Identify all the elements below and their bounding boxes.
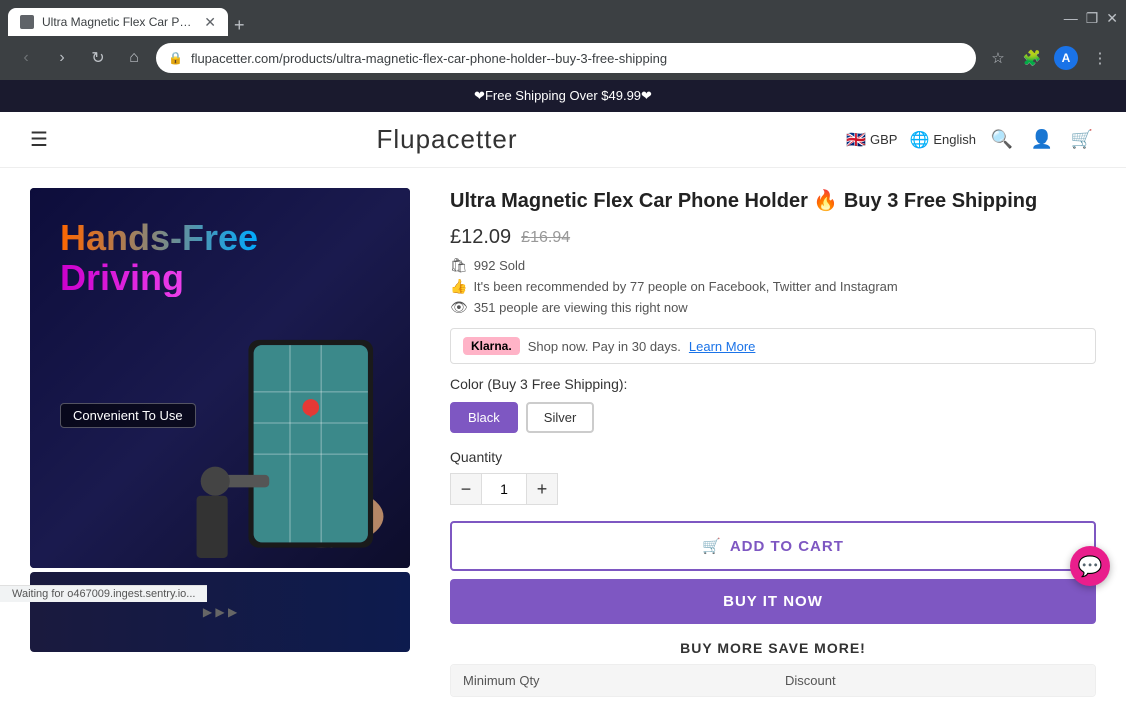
extensions-icon[interactable]: 🧩 (1018, 44, 1046, 72)
buy-more-table: Minimum Qty Discount (450, 664, 1096, 697)
sold-count: 992 Sold (474, 258, 525, 273)
thumbnail-strip-inner: ▶ ▶ ▶ (30, 572, 410, 652)
address-bar[interactable]: 🔒 flupacetter.com/products/ultra-magneti… (156, 43, 976, 73)
image-placeholder: Hands-Free Driving Convenient To Use (30, 188, 410, 568)
quantity-label: Quantity (450, 449, 1096, 465)
minimize-button[interactable]: — (1064, 10, 1078, 27)
color-label: Color (Buy 3 Free Shipping): (450, 376, 1096, 392)
color-black-button[interactable]: Black (450, 402, 518, 433)
header-right: 🇬🇧 GBP 🌐 English 🔍 👤 🛒 (846, 126, 1096, 154)
table-header-discount: Discount (773, 665, 1095, 696)
site-header: ☰ Flupacetter 🇬🇧 GBP 🌐 English 🔍 👤 🛒 (0, 112, 1126, 168)
product-title: Ultra Magnetic Flex Car Phone Holder 🔥 B… (450, 188, 1096, 214)
language-label: English (933, 132, 976, 147)
announcement-text: ❤Free Shipping Over $49.99❤ (474, 88, 652, 103)
chat-icon: 💬 (1078, 554, 1103, 579)
main-content: Hands-Free Driving Convenient To Use (0, 168, 1126, 717)
klarna-row: Klarna. Shop now. Pay in 30 days. Learn … (450, 328, 1096, 364)
language-selector[interactable]: 🌐 English (909, 130, 976, 150)
flag-icon: 🇬🇧 (846, 130, 866, 150)
sold-count-row: 🛍 992 Sold (450, 257, 1096, 274)
chat-bubble[interactable]: 💬 (1070, 546, 1110, 586)
add-to-cart-label: ADD TO CART (730, 538, 844, 555)
quantity-increase-button[interactable]: + (526, 473, 558, 505)
price-current: £12.09 (450, 226, 511, 249)
add-to-cart-button[interactable]: 🛒 ADD TO CART (450, 521, 1096, 571)
table-header-row: Minimum Qty Discount (451, 665, 1095, 696)
viewing-row: 👁 351 people are viewing this right now (450, 299, 1096, 316)
window-controls: — ❐ ✕ (1064, 10, 1118, 27)
convenient-badge: Convenient To Use (60, 403, 196, 428)
site-logo[interactable]: Flupacetter (376, 124, 517, 155)
browser-chrome: Ultra Magnetic Flex Car Phone ✕ + — ❐ ✕ (0, 0, 1126, 36)
active-tab[interactable]: Ultra Magnetic Flex Car Phone ✕ (8, 8, 228, 36)
klarna-text: Shop now. Pay in 30 days. (528, 339, 681, 354)
headline-line1: Hands-Free (60, 218, 258, 258)
thumbnail-strip[interactable]: ▶ ▶ ▶ (30, 572, 410, 652)
browser-nav: ‹ › ↻ ⌂ 🔒 flupacetter.com/products/ultra… (0, 36, 1126, 80)
price-row: £12.09 £16.94 (450, 226, 1096, 249)
home-button[interactable]: ⌂ (120, 44, 148, 72)
nav-icons: ☆ 🧩 A ⋮ (984, 44, 1114, 72)
back-button[interactable]: ‹ (12, 44, 40, 72)
bookmark-icon[interactable]: ☆ (984, 44, 1012, 72)
image-headline: Hands-Free Driving (60, 218, 258, 297)
url-text: flupacetter.com/products/ultra-magnetic-… (191, 51, 964, 66)
product-svg (180, 288, 400, 558)
profile-icon[interactable]: A (1052, 44, 1080, 72)
menu-icon[interactable]: ☰ (30, 127, 48, 152)
quantity-decrease-button[interactable]: − (450, 473, 482, 505)
klarna-badge: Klarna. (463, 337, 520, 355)
browser-tabs: Ultra Magnetic Flex Car Phone ✕ + (8, 0, 251, 36)
color-silver-button[interactable]: Silver (526, 402, 595, 433)
quantity-row: − 1 + (450, 473, 1096, 505)
maximize-button[interactable]: ❐ (1086, 10, 1099, 27)
status-bar: Waiting for o467009.ingest.sentry.io... (0, 585, 207, 602)
recommended-row: 👍 It's been recommended by 77 people on … (450, 278, 1096, 295)
forward-button[interactable]: › (48, 44, 76, 72)
globe-icon: 🌐 (909, 130, 929, 150)
klarna-learn-more-link[interactable]: Learn More (689, 339, 755, 354)
thumbnail-placeholder: ▶ ▶ ▶ (203, 605, 237, 619)
new-tab-button[interactable]: + (228, 15, 251, 36)
status-text: Waiting for o467009.ingest.sentry.io... (12, 588, 195, 600)
tab-title: Ultra Magnetic Flex Car Phone (42, 15, 196, 29)
thumbs-up-icon: 👍 (450, 278, 467, 295)
product-images: Hands-Free Driving Convenient To Use (30, 188, 410, 697)
eye-icon: 👁 (450, 299, 468, 316)
close-button[interactable]: ✕ (1106, 10, 1118, 27)
currency-selector[interactable]: 🇬🇧 GBP (846, 130, 897, 150)
main-product-image[interactable]: Hands-Free Driving Convenient To Use (30, 188, 410, 568)
announcement-bar: ❤Free Shipping Over $49.99❤ (0, 80, 1126, 112)
avatar: A (1054, 46, 1078, 70)
sold-icon: 🛍 (450, 257, 468, 274)
viewing-text: 351 people are viewing this right now (474, 300, 688, 315)
tab-close-icon[interactable]: ✕ (204, 14, 216, 31)
price-original: £16.94 (521, 229, 570, 247)
quantity-display: 1 (482, 473, 526, 505)
tab-favicon (20, 15, 34, 29)
lock-icon: 🔒 (168, 51, 183, 65)
table-header-qty: Minimum Qty (451, 665, 773, 696)
more-options-icon[interactable]: ⋮ (1086, 44, 1114, 72)
cart-icon[interactable]: 🛒 (1068, 126, 1096, 154)
buy-more-header: BUY MORE SAVE MORE! (450, 640, 1096, 656)
reload-button[interactable]: ↻ (84, 44, 112, 72)
currency-label: GBP (870, 132, 897, 147)
account-icon[interactable]: 👤 (1028, 126, 1056, 154)
cart-button-icon: 🛒 (702, 537, 722, 555)
recommended-text: It's been recommended by 77 people on Fa… (473, 279, 897, 294)
search-icon[interactable]: 🔍 (988, 126, 1016, 154)
color-options: Black Silver (450, 402, 1096, 433)
product-info: Ultra Magnetic Flex Car Phone Holder 🔥 B… (450, 188, 1096, 697)
